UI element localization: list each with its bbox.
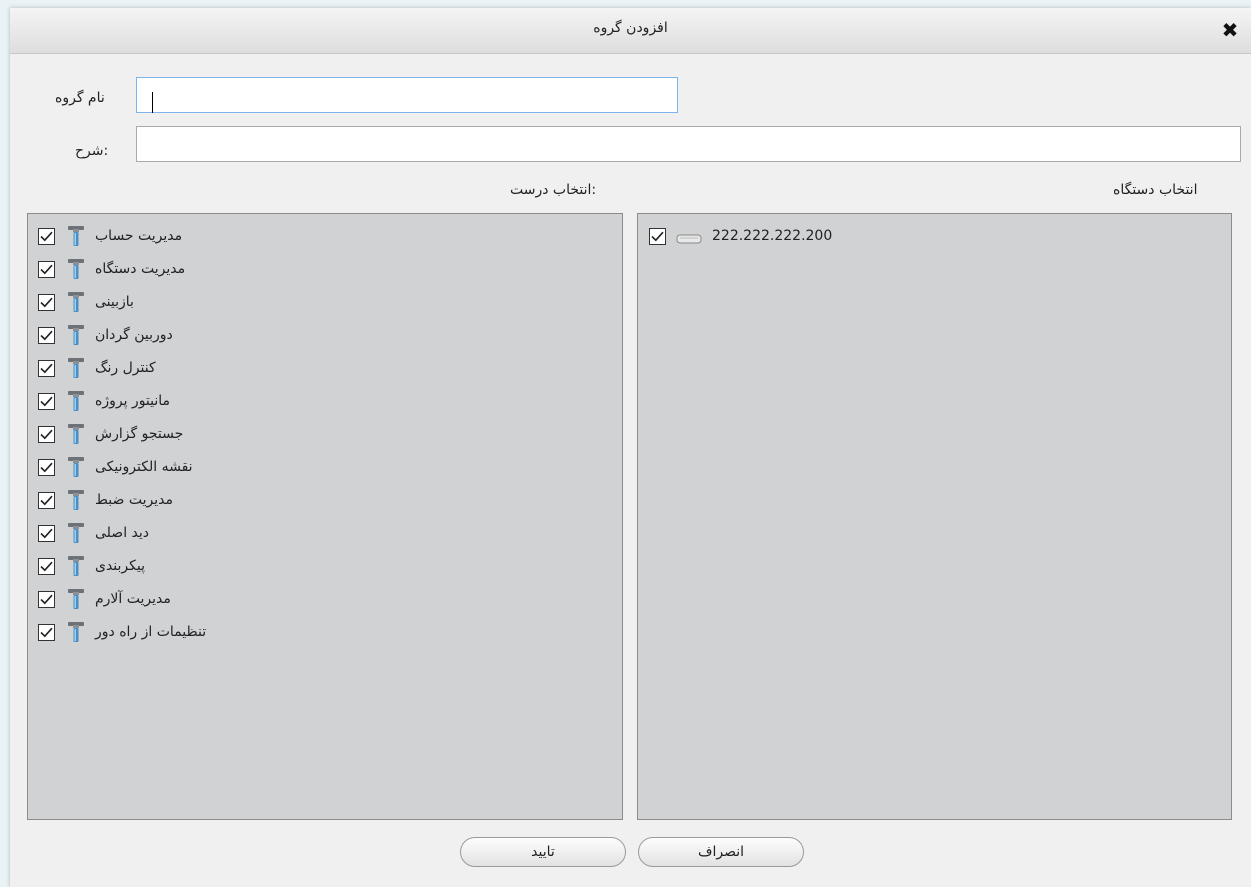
permission-item[interactable]: دید اصلی [38,521,149,545]
permission-checkbox[interactable] [38,590,55,608]
permission-label: نقشه الکترونیکی [95,459,193,475]
permission-item[interactable]: مدیریت دستگاه [38,257,185,281]
permission-item[interactable]: مدیریت ضبط [38,488,173,512]
dialog-titlebar: افزودن گروه ✖ [10,8,1251,54]
permission-checkbox[interactable] [38,359,55,377]
permission-checkbox[interactable] [38,491,55,509]
permission-item[interactable]: مدیریت حساب [38,224,182,248]
text-caret [152,92,153,113]
devices-label: انتخاب دستگاه [1113,182,1198,198]
permission-tool-icon [67,621,85,643]
permission-checkbox[interactable] [38,623,55,641]
permission-label: دید اصلی [95,525,150,541]
permission-tool-icon [67,324,85,346]
permission-tool-icon [67,258,85,280]
close-icon[interactable]: ✖ [1218,18,1242,42]
permission-tool-icon [67,390,85,412]
permission-label: مدیریت آلارم [95,591,171,607]
permission-label: تنظیمات از راه دور [95,624,207,640]
device-label: 222.222.222.200 [712,228,833,244]
permission-item[interactable]: بازبینی [38,290,134,314]
add-group-dialog: افزودن گروه ✖ نام گروه شرح: انتخاب درست:… [10,8,1251,887]
permission-checkbox[interactable] [38,458,55,476]
permission-item[interactable]: جستجو گزارش [38,422,183,446]
devices-list: 222.222.222.200 [637,213,1232,820]
permission-item[interactable]: دوربین گردان [38,323,173,347]
permission-item[interactable]: کنترل رنگ [38,356,156,380]
permission-label: مدیریت حساب [95,228,183,244]
permission-checkbox[interactable] [38,557,55,575]
permission-item[interactable]: مانیتور پروژه [38,389,170,413]
permission-item[interactable]: نقشه الکترونیکی [38,455,193,479]
permission-checkbox[interactable] [38,227,55,245]
permission-label: مدیریت ضبط [95,492,173,508]
device-icon [676,230,702,244]
permission-label: بازبینی [95,294,134,310]
permission-checkbox[interactable] [38,425,55,443]
group-name-label: نام گروه [55,90,105,106]
permission-item[interactable]: مدیریت آلارم [38,587,171,611]
permission-label: دوربین گردان [95,327,173,343]
permission-item[interactable]: پیکربندی [38,554,145,578]
group-name-input[interactable] [136,77,678,113]
confirm-button[interactable]: تایید [460,837,626,867]
permission-tool-icon [67,357,85,379]
permission-label: مدیریت دستگاه [95,261,186,277]
device-item[interactable]: 222.222.222.200 [649,224,832,248]
permission-checkbox[interactable] [38,326,55,344]
permission-label: مانیتور پروژه [95,393,171,409]
permission-tool-icon [67,423,85,445]
description-input[interactable] [136,126,1241,162]
permissions-list: مدیریت حساب مدیریت دستگاه بازبینی دوربین گر… [27,213,623,820]
permission-label: کنترل رنگ [95,360,156,376]
permission-tool-icon [67,489,85,511]
device-checkbox[interactable] [649,227,666,245]
permission-checkbox[interactable] [38,392,55,410]
permission-checkbox[interactable] [38,293,55,311]
permission-label: جستجو گزارش [95,426,184,442]
permission-tool-icon [67,522,85,544]
permission-tool-icon [67,291,85,313]
permission-label: پیکربندی [95,558,146,574]
description-label: شرح: [75,143,109,159]
permission-tool-icon [67,588,85,610]
permission-tool-icon [67,456,85,478]
dialog-title: افزودن گروه [593,20,668,36]
permission-checkbox[interactable] [38,524,55,542]
cancel-button[interactable]: انصراف [638,837,804,867]
permission-item[interactable]: تنظیمات از راه دور [38,620,206,644]
permission-tool-icon [67,225,85,247]
permission-checkbox[interactable] [38,260,55,278]
permission-tool-icon [67,555,85,577]
permissions-label: انتخاب درست: [510,182,597,198]
